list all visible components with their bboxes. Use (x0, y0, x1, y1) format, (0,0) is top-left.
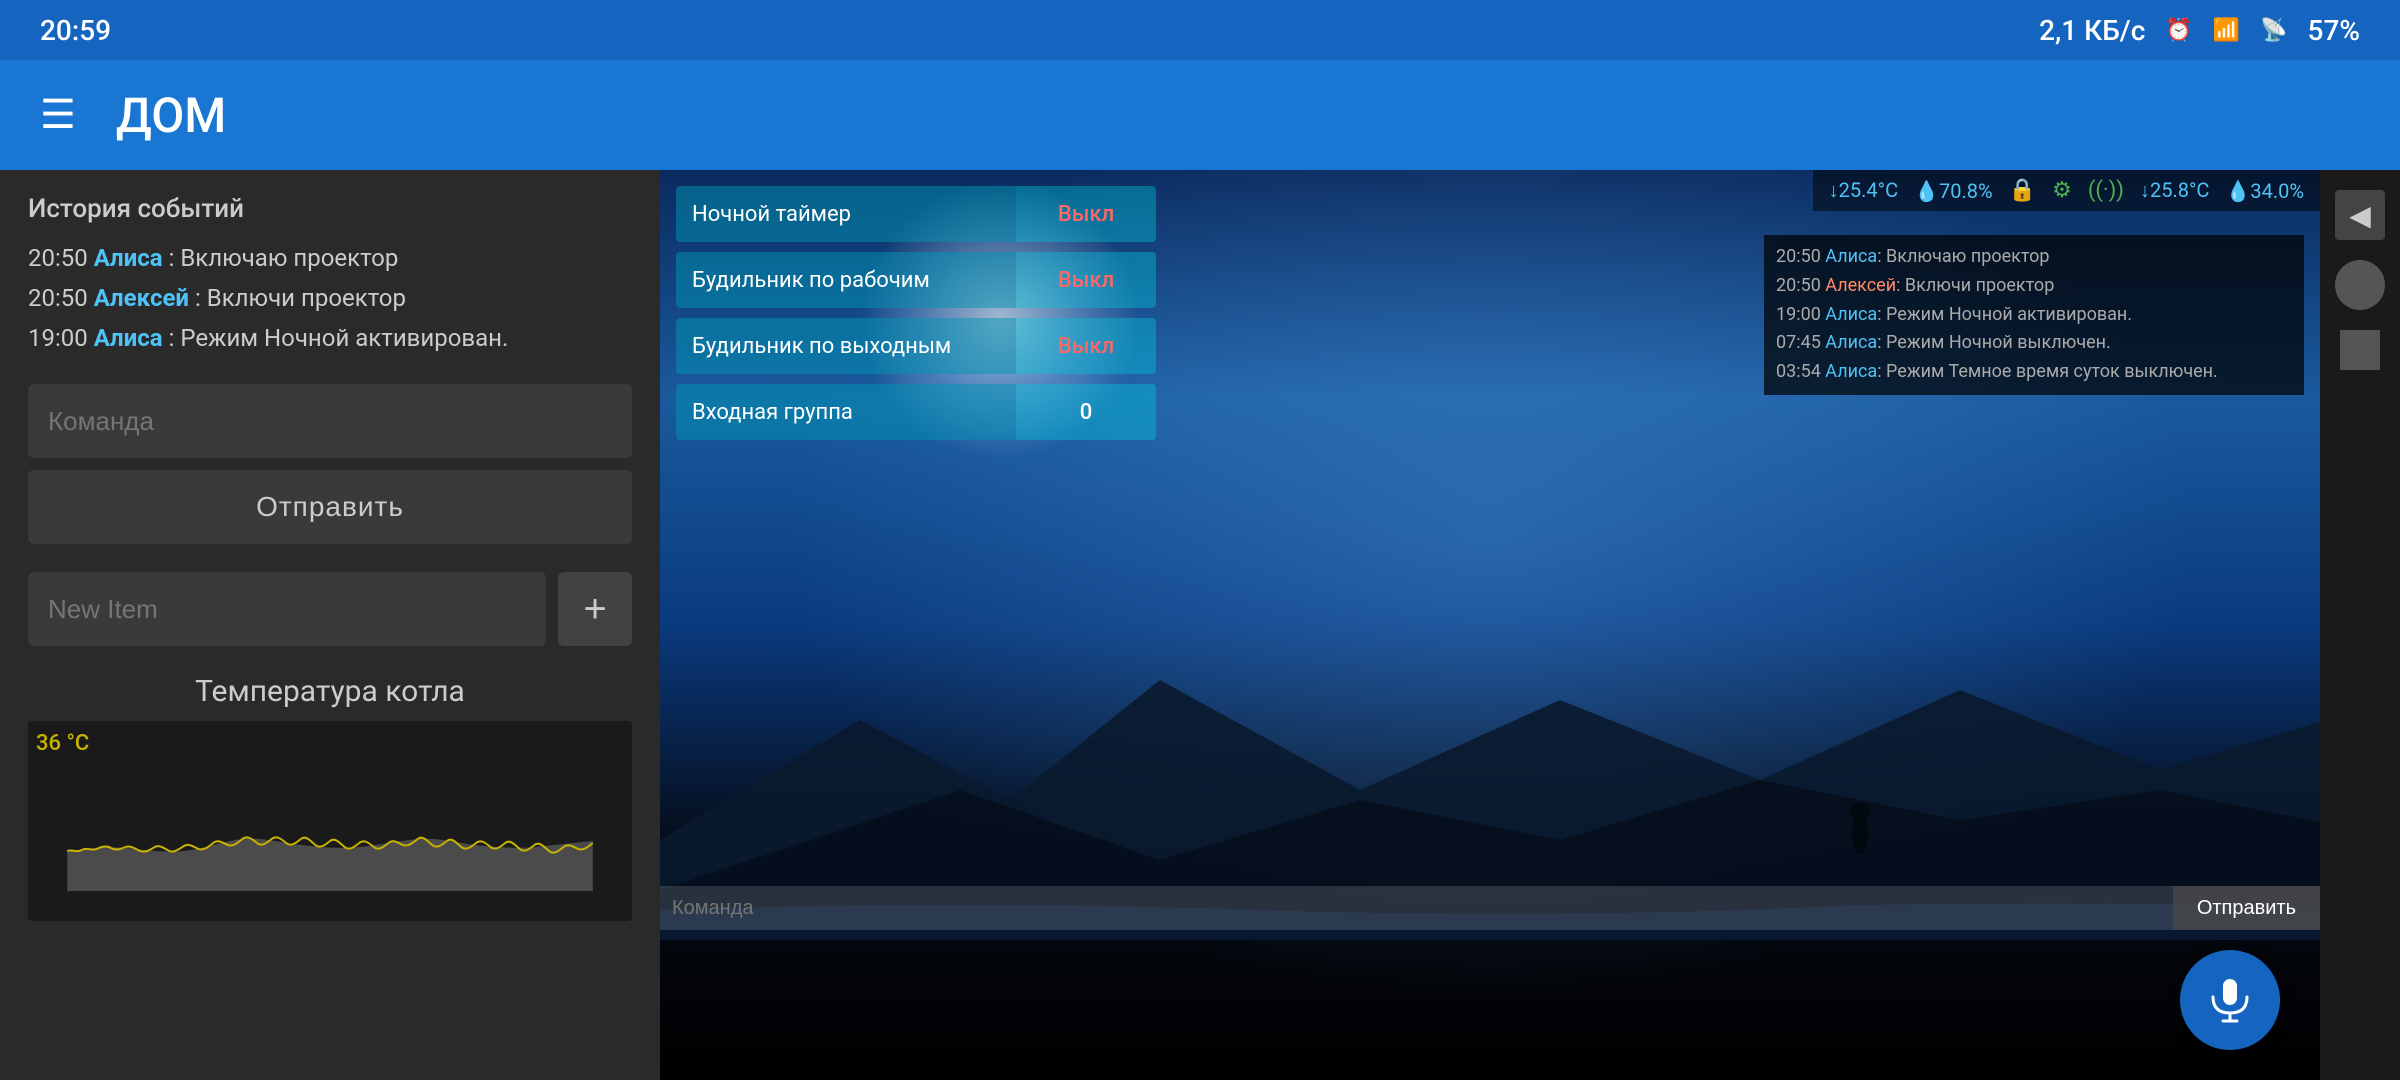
history-author-2: Алексей (94, 284, 189, 312)
wifi-icon: ((·)) (2088, 178, 2124, 203)
right-sidebar: ◀ (2320, 170, 2400, 1080)
control-value-1[interactable]: Выкл (1016, 186, 1156, 242)
status-time: 20:59 (40, 14, 111, 47)
humidity-2: 💧34.0% (2225, 179, 2304, 203)
mini-log: 20:50 Алиса: Включаю проектор 20:50 Алек… (1764, 235, 2304, 395)
mini-log-item-4: 07:45 Алиса: Режим Ночной выключен. (1776, 329, 2292, 358)
send-button[interactable]: Отправить (28, 470, 632, 544)
mini-send-button[interactable]: Отправить (2173, 886, 2320, 930)
temp-down-1: ↓25.4°C (1829, 178, 1898, 203)
history-text-2: : Включи проектор (195, 284, 406, 312)
history-author-1: Алиса (94, 244, 163, 272)
mic-button[interactable] (2180, 950, 2280, 1050)
control-label-4: Входная группа (676, 384, 1016, 440)
new-item-input[interactable] (28, 572, 546, 646)
history-author-3: Алиса (94, 324, 163, 352)
control-label-3: Будильник по выходным (676, 318, 1016, 374)
control-value-4[interactable]: 0 (1016, 384, 1156, 440)
battery-level: 57% (2308, 14, 2360, 47)
control-label-1: Ночной таймер (676, 186, 1016, 242)
chart-container: 36 °C (28, 721, 632, 921)
mic-icon (2205, 975, 2255, 1025)
status-bar-right: 2,1 КБ/с ⏰ 📶 📡 57% (2039, 14, 2360, 47)
mini-log-item-3: 19:00 Алиса: Режим Ночной активирован. (1776, 301, 2292, 330)
mini-command-bar: Отправить (660, 886, 2320, 930)
temperature-chart (38, 731, 622, 911)
square-nav-button[interactable] (2340, 330, 2380, 370)
network-speed: 2,1 КБ/с (2039, 14, 2145, 47)
control-value-2[interactable]: Выкл (1016, 252, 1156, 308)
history-text-1: : Включаю проектор (169, 244, 399, 272)
controls-overlay: Ночной таймер Выкл Будильник по рабочим … (660, 170, 2320, 1080)
smart-display: Ночной таймер Выкл Будильник по рабочим … (660, 170, 2320, 1080)
chart-section: Температура котла 36 °C (0, 658, 660, 1080)
temp-down-2: ↓25.8°C (2140, 178, 2209, 203)
control-value-3[interactable]: Выкл (1016, 318, 1156, 374)
wifi-status-icon: 📡 (2260, 18, 2287, 43)
humidity-1: 💧70.8% (1914, 179, 1993, 203)
app-bar: ☰ ДОМ (0, 60, 2400, 170)
circle-nav-button[interactable] (2335, 260, 2385, 310)
history-time-3: 19:00 (28, 324, 94, 352)
display-status: ↓25.4°C 💧70.8% 🔒 ⚙ ((·)) ↓25.8°C 💧34.0% (1813, 170, 2320, 211)
chart-title: Температура котла (28, 674, 632, 709)
history-item: 19:00 Алиса : Режим Ночной активирован. (28, 320, 632, 356)
history-title: История событий (28, 194, 632, 224)
hamburger-menu[interactable]: ☰ (40, 95, 76, 135)
signal-icon: 📶 (2213, 18, 2240, 43)
status-bar: 20:59 2,1 КБ/с ⏰ 📶 📡 57% (0, 0, 2400, 60)
settings-icon: ⚙ (2052, 178, 2072, 203)
add-item-button[interactable]: + (558, 572, 632, 646)
right-panel: Ночной таймер Выкл Будильник по рабочим … (660, 170, 2320, 1080)
history-time-1: 20:50 (28, 244, 94, 272)
mini-log-item-1: 20:50 Алиса: Включаю проектор (1776, 243, 2292, 272)
chart-y-label: 36 °C (36, 731, 89, 756)
history-section: История событий 20:50 Алиса : Включаю пр… (0, 170, 660, 376)
main-layout: История событий 20:50 Алиса : Включаю пр… (0, 170, 2400, 1080)
history-item: 20:50 Алексей : Включи проектор (28, 280, 632, 316)
history-text-3: : Режим Ночной активирован. (169, 324, 509, 352)
control-label-2: Будильник по рабочим (676, 252, 1016, 308)
history-time-2: 20:50 (28, 284, 94, 312)
left-panel: История событий 20:50 Алиса : Включаю пр… (0, 170, 660, 1080)
new-item-section: + (0, 560, 660, 658)
command-section: Отправить (0, 376, 660, 560)
command-input[interactable] (28, 384, 632, 458)
app-title: ДОМ (116, 87, 226, 144)
mini-command-input[interactable] (660, 886, 2173, 930)
alarm-icon: ⏰ (2165, 18, 2192, 43)
history-item: 20:50 Алиса : Включаю проектор (28, 240, 632, 276)
lock-icon: 🔒 (2009, 178, 2036, 203)
arrow-left-button[interactable]: ◀ (2335, 190, 2385, 240)
mini-log-item-5: 03:54 Алиса: Режим Темное время суток вы… (1776, 358, 2292, 387)
mini-log-item-2: 20:50 Алексей: Включи проектор (1776, 272, 2292, 301)
